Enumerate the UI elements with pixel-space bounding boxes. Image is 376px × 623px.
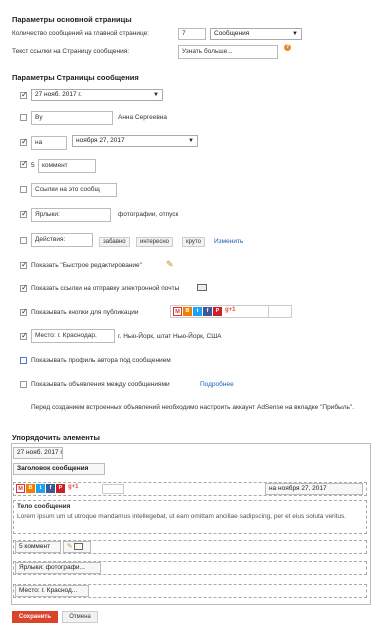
author-profile-checkbox[interactable] (20, 357, 27, 364)
comments-input[interactable]: коммент (38, 159, 96, 173)
email-icon (74, 542, 84, 550)
quick-edit-label: Показать "Быстрое редактирование" (31, 262, 142, 269)
google-plus-icon: g+1 (68, 484, 79, 490)
reaction-cool: круто (182, 237, 205, 247)
facebook-icon: f (203, 307, 212, 316)
arrange-share-icons: M B t f P g+1 (16, 484, 116, 494)
arrange-body-text: Lorem ipsum um ut utroque mandamus intel… (17, 513, 347, 520)
by-input[interactable]: By (31, 111, 113, 125)
main-params-title: Параметры основной страницы (12, 15, 132, 24)
adsense-note: Перед созданием встроенных объявлений не… (31, 404, 355, 411)
pinterest-icon: P (213, 307, 222, 316)
help-icon[interactable]: ? (284, 44, 291, 51)
share-counter (268, 305, 292, 318)
arrange-title: Упорядочить элементы (12, 433, 100, 442)
arrange-location[interactable]: Место: г. Краснод... (15, 585, 89, 597)
email-icon (197, 284, 207, 291)
labels-input[interactable]: Ярлыки: (31, 208, 111, 222)
share-buttons-label: Показывать кнопки для публикации (31, 309, 139, 316)
share-buttons-checkbox[interactable] (20, 307, 28, 316)
email-link-label: Показать ссылки на отправку электронной … (31, 285, 180, 292)
date-format-select[interactable]: 27 нояб. 2017 г. ▼ (31, 89, 163, 101)
save-button[interactable]: Сохранить (12, 611, 58, 623)
time-format-value: ноября 27, 2017 (76, 137, 125, 144)
ads-checkbox[interactable] (20, 381, 27, 388)
location-input[interactable]: Место: г. Краснодар, (31, 329, 115, 343)
arrange-date[interactable]: 27 нояб. 2017 г. (13, 447, 63, 459)
pencil-icon: ✎ (166, 259, 174, 269)
google-plus-icon: g+1 (225, 307, 236, 313)
cancel-button[interactable]: Отмена (62, 611, 98, 623)
chevron-down-icon: ▼ (292, 31, 298, 37)
date-format-value: 27 нояб. 2017 г. (35, 91, 82, 98)
on-input[interactable]: на (31, 136, 67, 150)
arrange-share-counter (102, 484, 124, 494)
posts-count-label: Количество сообщений на главной странице… (12, 30, 150, 37)
reactions-input[interactable]: Действия: (31, 233, 93, 247)
show-comments-checkbox[interactable] (20, 159, 28, 168)
posts-count-input[interactable]: 7 (178, 28, 206, 40)
chevron-down-icon: ▼ (153, 92, 159, 98)
read-more-label: Текст ссылки на Страницу сообщения: (12, 48, 130, 55)
change-reactions-link[interactable]: Изменить (214, 238, 243, 245)
ads-label: Показывать объявления между сообщениями (31, 381, 170, 388)
arrange-comments[interactable]: 5 коммент (15, 541, 61, 553)
comments-count: 5 (31, 162, 35, 169)
twitter-icon: t (36, 484, 45, 493)
arrange-labels[interactable]: Ярлыки: фотографи... (15, 562, 101, 574)
post-params-title: Параметры Страницы сообщения (12, 73, 139, 82)
arrange-body-title: Тело сообщения (17, 503, 71, 510)
posts-unit-select[interactable]: Сообщения ▼ (210, 28, 302, 40)
backlinks-input[interactable]: Ссылки на это сообщ (31, 183, 117, 197)
gmail-icon: M (16, 484, 25, 493)
posts-unit-value: Сообщения (214, 30, 250, 37)
show-backlinks-checkbox[interactable] (20, 186, 27, 193)
arrange-post-title[interactable]: Заголовок сообщения (13, 463, 105, 475)
arrange-quick-tools[interactable]: ✎ (63, 541, 91, 553)
location-checkbox[interactable] (20, 331, 28, 340)
arrange-share-date[interactable]: на ноября 27, 2017 (265, 483, 363, 495)
chevron-down-icon: ▼ (188, 138, 194, 144)
blogger-icon: B (26, 484, 35, 493)
read-more-input[interactable]: Узнать больше... (178, 45, 278, 59)
pencil-icon: ✎ (67, 543, 73, 550)
show-labels-checkbox[interactable] (20, 209, 28, 218)
author-name: Анна Сергеевна (118, 114, 167, 121)
facebook-icon: f (46, 484, 55, 493)
email-link-checkbox[interactable] (20, 283, 28, 292)
time-format-select[interactable]: ноября 27, 2017 ▼ (72, 135, 198, 147)
reaction-interesting: интересно (136, 237, 174, 247)
show-author-checkbox[interactable] (20, 114, 27, 121)
reaction-funny: забавно (99, 237, 130, 247)
author-profile-label: Показывать профиль автора под сообщением (31, 357, 171, 364)
show-date-checkbox[interactable] (20, 90, 28, 99)
ads-more-link[interactable]: Подробнее (200, 381, 234, 388)
quick-edit-checkbox[interactable] (20, 260, 28, 269)
gmail-icon: M (173, 307, 182, 316)
location-value: г. Нью-Йорк, штат Нью-Йорк, США (118, 333, 222, 340)
blogger-icon: B (183, 307, 192, 316)
show-reactions-checkbox[interactable] (20, 237, 27, 244)
show-time-checkbox[interactable] (20, 137, 28, 146)
pinterest-icon: P (56, 484, 65, 493)
twitter-icon: t (193, 307, 202, 316)
labels-value: фотографии, отпуск (118, 211, 179, 218)
